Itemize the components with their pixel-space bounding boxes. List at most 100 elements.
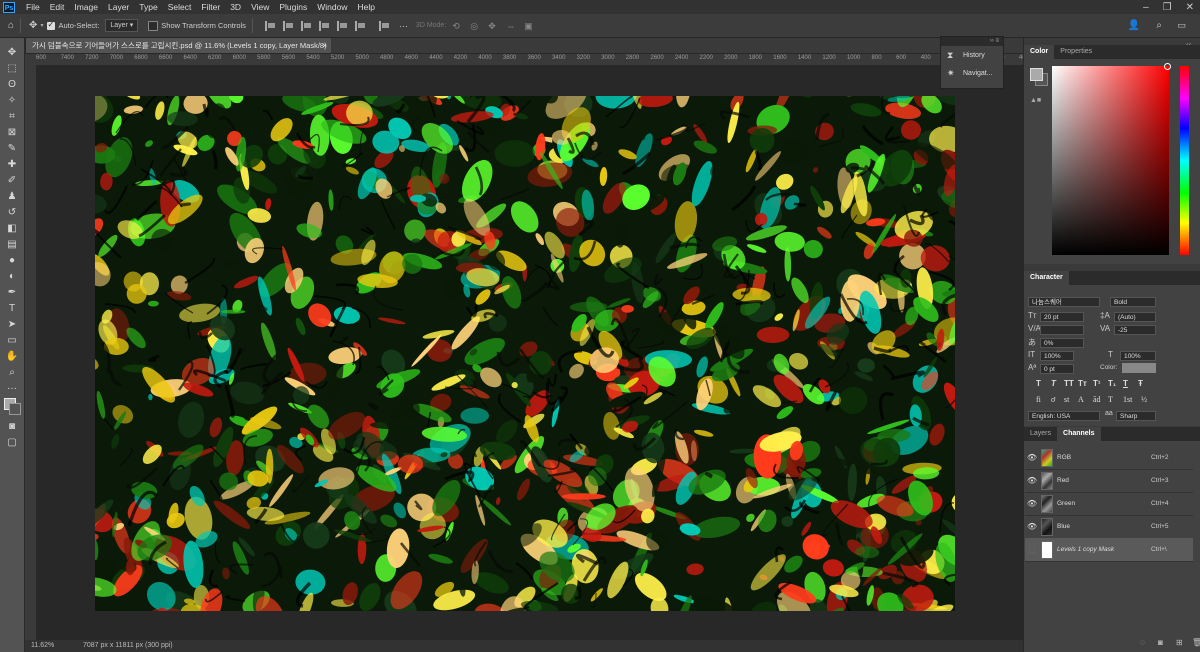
show-transform-checkbox[interactable] [148,20,159,31]
menu-window[interactable]: Window [312,0,352,14]
visibility-toggle-empty[interactable]: ▢ [1025,545,1039,554]
menu-layer[interactable]: Layer [103,0,134,14]
swash-icon[interactable]: A [1078,395,1084,404]
gradient-tool-icon[interactable]: ▤ [0,236,24,252]
channel-row-selected[interactable]: ▢ Levels 1 copy Mask Ctrl+\ [1025,538,1193,562]
visibility-eye-icon[interactable]: 👁 [1025,453,1039,462]
crop-tool-icon[interactable]: ⌗ [0,108,24,124]
zoom-tool-icon[interactable]: ⌕ [0,364,24,380]
tab-channels[interactable]: Channels [1057,427,1101,441]
path-selection-icon[interactable]: ➤ [0,316,24,332]
menu-image[interactable]: Image [69,0,103,14]
strikethrough-icon[interactable]: Ŧ [1138,379,1143,388]
titling-alt-icon[interactable]: T [1108,395,1113,404]
search-icon[interactable]: ⌕ [1156,20,1162,31]
old-style-icon[interactable]: ơ [1051,395,1055,404]
tab-layers[interactable]: Layers [1024,427,1057,441]
dodge-tool-icon[interactable]: ◐ [0,268,24,284]
frame-tool-icon[interactable]: ⊠ [0,124,24,140]
marquee-tool-icon[interactable]: ⬚ [0,60,24,76]
vertical-scale-field[interactable]: 100% [1040,351,1074,361]
align-bottom-icon[interactable] [354,20,367,31]
3d-orbit-icon[interactable]: ⟲ [452,21,464,31]
chevron-down-icon[interactable]: ▾ [40,22,43,29]
background-swatch[interactable] [9,403,21,415]
load-selection-icon[interactable]: ◌ [1140,638,1145,647]
ordinals-icon[interactable]: 1st [1123,395,1132,404]
baseline-shift-field[interactable]: 0 pt [1040,364,1074,374]
all-caps-icon[interactable]: TT [1064,379,1074,388]
horizontal-scale-field[interactable]: 100% [1120,351,1156,361]
hand-tool-icon[interactable]: ✋ [0,348,24,364]
show-transform-control[interactable]: Show Transform Controls [148,20,246,31]
history-brush-icon[interactable]: ↺ [0,204,24,220]
move-tool-icon[interactable]: ✥ [0,44,24,60]
history-panel-button[interactable]: ⧗ History [941,46,1003,64]
menu-view[interactable]: View [246,0,274,14]
navigator-panel-button[interactable]: ✷ Navigat... [941,64,1003,82]
menu-3d[interactable]: 3D [225,0,246,14]
tracking-field[interactable]: -25 [1114,325,1156,335]
dock-header[interactable]: ›› ≡ [941,37,1003,46]
auto-select-control[interactable]: Auto-Select: [47,20,99,30]
document-info[interactable]: 7087 px x 11811 px (300 ppi) [83,640,173,652]
channel-row[interactable]: 👁 Blue Ctrl+5 [1025,515,1193,539]
artwork-image[interactable] [95,96,955,611]
3d-scale-icon[interactable]: ▣ [524,21,536,31]
more-tools-icon[interactable]: ··· [0,380,24,396]
font-style-select[interactable]: Bold [1110,297,1156,307]
kerning-field[interactable] [1040,325,1084,335]
new-channel-icon[interactable]: ⊞ [1176,638,1183,647]
align-top-icon[interactable] [318,20,331,31]
quick-mask-icon[interactable]: ◙ [0,418,24,434]
close-icon[interactable]: ✕ [1186,2,1194,13]
eraser-tool-icon[interactable]: ◧ [0,220,24,236]
text-color-swatch[interactable] [1122,363,1156,373]
align-middle-icon[interactable] [336,20,349,31]
distribute-icon[interactable] [378,20,391,31]
align-left-icon[interactable] [264,20,277,31]
subscript-icon[interactable]: T₁ [1108,379,1116,388]
color-picker-cursor[interactable] [1164,63,1171,70]
faux-bold-icon[interactable]: T [1036,379,1041,388]
small-caps-icon[interactable]: Tт [1078,379,1087,388]
eyedropper-icon[interactable]: ✎ [0,140,24,156]
language-select[interactable]: English: USA [1028,411,1100,421]
blur-tool-icon[interactable]: ● [0,252,24,268]
home-icon[interactable]: ⌂ [8,20,14,31]
hue-slider[interactable] [1180,66,1189,255]
lasso-tool-icon[interactable]: ʘ [0,76,24,92]
move-tool-icon[interactable]: ✥ [29,20,37,31]
underline-icon[interactable]: T [1123,379,1128,388]
auto-select-target-dropdown[interactable]: Layer ▾ [105,19,139,32]
channel-row[interactable]: 👁 RGB Ctrl+2 [1025,446,1193,470]
color-mode-icon[interactable]: ▲■ [1030,97,1041,104]
screen-mode-icon[interactable]: ▢ [0,434,24,450]
antialias-select[interactable]: Sharp [1116,411,1156,421]
leading-field[interactable]: (Auto) [1114,312,1156,322]
channel-row[interactable]: 👁 Green Ctrl+4 [1025,492,1193,516]
3d-pan-icon[interactable]: ✥ [488,21,500,31]
align-right-icon[interactable] [300,20,313,31]
delete-channel-icon[interactable]: 🗑 [1192,638,1200,647]
menu-type[interactable]: Type [134,0,162,14]
tab-character[interactable]: Character [1024,271,1069,285]
3d-roll-icon[interactable]: ◎ [470,21,482,31]
visibility-eye-icon[interactable]: 👁 [1025,476,1039,485]
menu-plugins[interactable]: Plugins [274,0,312,14]
ligature-icon[interactable]: fi [1036,395,1041,404]
tab-color[interactable]: Color [1024,45,1055,59]
document-tab[interactable]: 가시 덤불속으로 기어들어가 스스로를 고립시킨.psd @ 11.6% (Le… [26,38,331,53]
auto-select-checkbox[interactable] [47,20,56,30]
photoshop-logo-icon[interactable]: Ps [3,1,15,13]
brush-tool-icon[interactable]: ✐ [0,172,24,188]
rectangle-tool-icon[interactable]: ▭ [0,332,24,348]
faux-italic-icon[interactable]: T [1051,379,1056,388]
font-size-field[interactable]: 20 pt [1040,312,1084,322]
channel-row[interactable]: 👁 Red Ctrl+3 [1025,469,1193,493]
maximize-icon[interactable]: ❐ [1163,2,1172,13]
menu-filter[interactable]: Filter [196,0,225,14]
font-family-select[interactable]: 나눔스퀘어 [1028,297,1100,307]
pen-tool-icon[interactable]: ✒ [0,284,24,300]
stylistic-alt-icon[interactable]: ād [1093,395,1101,404]
